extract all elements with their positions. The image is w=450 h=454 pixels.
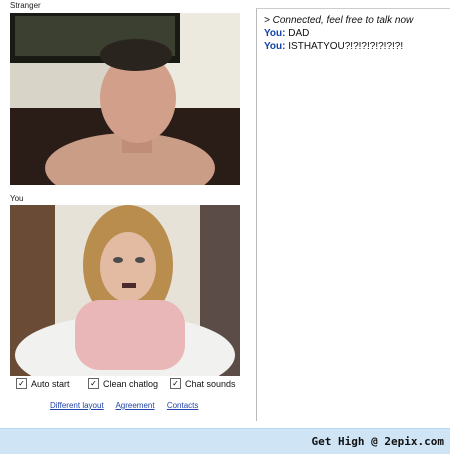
clean-chatlog-option[interactable]: ✓ Clean chatlog	[88, 378, 158, 389]
speaker-label: You:	[264, 28, 286, 39]
checkbox[interactable]: ✓	[170, 378, 181, 389]
system-message: > Connected, feel free to talk now	[264, 15, 414, 26]
footer-links: Different layout Agreement Contacts	[50, 401, 208, 410]
contacts-link[interactable]: Contacts	[167, 401, 199, 410]
auto-start-option[interactable]: ✓ Auto start	[16, 378, 70, 389]
different-layout-link[interactable]: Different layout	[50, 401, 104, 410]
option-label: Clean chatlog	[103, 378, 159, 389]
chat-sounds-option[interactable]: ✓ Chat sounds	[170, 378, 236, 389]
chat-log: > Connected, feel free to talk now You: …	[256, 8, 450, 421]
you-label: You	[10, 194, 24, 203]
footer-bar: Get High @ 2epix.com	[0, 428, 450, 454]
agreement-link[interactable]: Agreement	[115, 401, 154, 410]
chat-message: You: DAD	[257, 27, 450, 40]
message-text: DAD	[288, 28, 310, 39]
option-label: Chat sounds	[185, 378, 236, 389]
chat-message: You: ISTHATYOU?!?!?!?!?!?!?!	[257, 40, 450, 53]
message-text: ISTHATYOU?!?!?!?!?!?!?!	[288, 41, 404, 52]
footer-brand: Get High @ 2epix.com	[311, 435, 444, 448]
option-label: Auto start	[31, 378, 70, 389]
checkbox[interactable]: ✓	[88, 378, 99, 389]
stranger-video	[10, 13, 240, 185]
you-video	[10, 205, 240, 376]
checkbox[interactable]: ✓	[16, 378, 27, 389]
speaker-label: You:	[264, 41, 286, 52]
stranger-label: Stranger	[10, 1, 41, 10]
